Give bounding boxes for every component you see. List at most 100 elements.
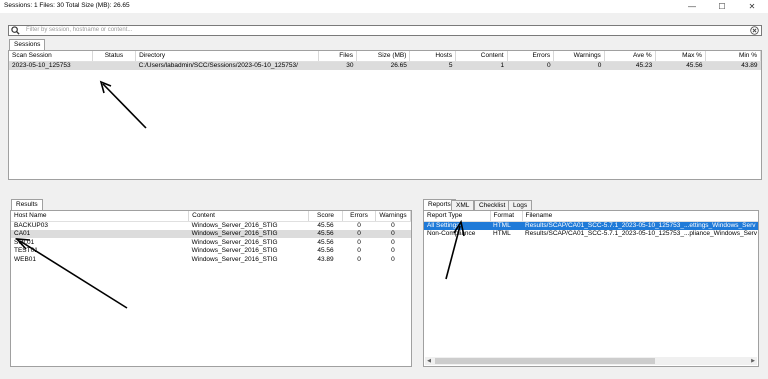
tab-checklist[interactable]: Checklist bbox=[474, 200, 511, 210]
cell-filename: Results/SCAP/CA01_SCC-5.7.1_2023-05-10_1… bbox=[525, 230, 757, 238]
cell-errors: 0 bbox=[357, 255, 361, 263]
cell-size: 26.65 bbox=[356, 61, 410, 70]
result-row[interactable]: TEST01 Windows_Server_2016_STIG 45.56 0 … bbox=[11, 247, 411, 256]
cell-files: 30 bbox=[318, 61, 357, 70]
horizontal-scrollbar[interactable]: ◀ ▶ bbox=[425, 357, 757, 365]
cell-warnings: 0 bbox=[375, 229, 411, 238]
session-row[interactable]: 2023-05-10_125753 C:/Users/labadmin/SCC/… bbox=[9, 61, 761, 70]
col-status[interactable]: Status bbox=[92, 51, 137, 62]
cell-content: Windows_Server_2016_STIG bbox=[191, 255, 278, 263]
sessions-panel: Scan Session Status Directory Files Size… bbox=[8, 50, 762, 180]
maximize-button[interactable]: ☐ bbox=[707, 0, 737, 13]
tab-xml[interactable]: XML bbox=[451, 200, 475, 210]
result-row[interactable]: BACKUP03 Windows_Server_2016_STIG 45.56 … bbox=[11, 221, 411, 230]
cell-host: CA01 bbox=[11, 229, 189, 238]
result-row[interactable]: WEB01 Windows_Server_2016_STIG 43.89 0 0 bbox=[11, 255, 411, 264]
cell-host: WEB01 bbox=[14, 255, 37, 263]
col-max[interactable]: Max % bbox=[655, 51, 706, 62]
result-row[interactable]: CA01 Windows_Server_2016_STIG 45.56 0 0 bbox=[11, 229, 411, 238]
title-bar: Sessions: 1 Files: 30 Total Size (MB): 2… bbox=[0, 0, 768, 13]
results-header: Host Name Content Score Errors Warnings bbox=[11, 211, 411, 222]
cell-warnings: 0 bbox=[553, 61, 605, 70]
scrollbar-thumb[interactable] bbox=[435, 358, 655, 364]
cell-score: 45.56 bbox=[308, 229, 343, 238]
tab-results[interactable]: Results bbox=[11, 199, 43, 210]
cell-content: Windows_Server_2016_STIG bbox=[191, 238, 278, 246]
cell-errors: 0 bbox=[357, 222, 361, 229]
col-ave[interactable]: Ave % bbox=[604, 51, 656, 62]
cell-warnings: 0 bbox=[391, 222, 395, 229]
cell-warnings: 0 bbox=[391, 255, 395, 263]
sessions-header: Scan Session Status Directory Files Size… bbox=[9, 51, 761, 62]
search-input[interactable]: Filter by session, hostname or content..… bbox=[26, 27, 132, 33]
cell-directory: C:/Users/labadmin/SCC/Sessions/2023-05-1… bbox=[135, 61, 319, 70]
cell-max: 45.56 bbox=[655, 61, 706, 70]
cell-score: 43.89 bbox=[317, 255, 334, 263]
reports-header: Report Type Format Filename bbox=[424, 211, 758, 222]
minimize-icon: — bbox=[688, 2, 696, 11]
col-size[interactable]: Size (MB) bbox=[356, 51, 411, 62]
result-row[interactable]: SQL01 Windows_Server_2016_STIG 45.56 0 0 bbox=[11, 238, 411, 247]
cell-warnings: 0 bbox=[391, 238, 395, 246]
cell-hosts: 5 bbox=[409, 61, 456, 70]
col-host-name[interactable]: Host Name bbox=[11, 211, 190, 222]
cell-host: SQL01 bbox=[14, 238, 35, 246]
col-directory[interactable]: Directory bbox=[135, 51, 319, 62]
close-button[interactable]: ✕ bbox=[737, 0, 767, 13]
col-report-type[interactable]: Report Type bbox=[424, 211, 491, 222]
scroll-right-icon[interactable]: ▶ bbox=[749, 357, 757, 365]
close-icon: ✕ bbox=[748, 2, 756, 11]
maximize-icon: ☐ bbox=[718, 2, 726, 11]
col-errors[interactable]: Errors bbox=[507, 51, 555, 62]
cell-filename: Results/SCAP/CA01_SCC-5.7.1_2023-05-10_1… bbox=[522, 221, 758, 230]
tab-logs[interactable]: Logs bbox=[508, 200, 533, 210]
col-errors[interactable]: Errors bbox=[342, 211, 376, 222]
cell-content: Windows_Server_2016_STIG bbox=[191, 247, 278, 255]
col-scan-session[interactable]: Scan Session bbox=[9, 51, 93, 62]
window-title: Sessions: 1 Files: 30 Total Size (MB): 2… bbox=[4, 2, 130, 9]
col-files[interactable]: Files bbox=[318, 51, 358, 62]
scroll-left-icon[interactable]: ◀ bbox=[425, 357, 433, 365]
search-bar[interactable]: Filter by session, hostname or content..… bbox=[8, 25, 762, 36]
cell-host: TEST01 bbox=[14, 247, 38, 255]
report-row[interactable]: Non-Compliance HTML Results/SCAP/CA01_SC… bbox=[424, 230, 758, 239]
col-content[interactable]: Content bbox=[188, 211, 310, 222]
cell-format: HTML bbox=[490, 221, 522, 230]
cell-score: 45.56 bbox=[317, 238, 334, 246]
cell-errors: 0 bbox=[507, 61, 554, 70]
results-panel: Host Name Content Score Errors Warnings … bbox=[10, 210, 412, 367]
cell-scan-session: 2023-05-10_125753 bbox=[9, 61, 93, 70]
report-row[interactable]: All Settings HTML Results/SCAP/CA01_SCC-… bbox=[424, 221, 758, 230]
cell-warnings: 0 bbox=[391, 247, 395, 255]
cell-errors: 0 bbox=[342, 229, 376, 238]
results-table: Host Name Content Score Errors Warnings … bbox=[11, 211, 411, 264]
cell-report-type: All Settings bbox=[424, 221, 490, 230]
cell-content: Windows_Server_2016_STIG bbox=[188, 229, 309, 238]
clear-search-icon[interactable] bbox=[750, 26, 759, 35]
cell-host: BACKUP03 bbox=[14, 222, 48, 229]
col-filename[interactable]: Filename bbox=[522, 211, 758, 222]
cell-ave: 45.23 bbox=[604, 61, 656, 70]
tab-sessions[interactable]: Sessions bbox=[9, 39, 46, 50]
cell-content: Windows_Server_2016_STIG bbox=[191, 222, 278, 229]
col-format[interactable]: Format bbox=[490, 211, 523, 222]
cell-format: HTML bbox=[493, 230, 511, 238]
cell-content: 1 bbox=[455, 61, 508, 70]
cell-score: 45.56 bbox=[317, 222, 334, 229]
col-warnings[interactable]: Warnings bbox=[553, 51, 605, 62]
col-min[interactable]: Min % bbox=[705, 51, 761, 62]
sessions-table: Scan Session Status Directory Files Size… bbox=[9, 51, 761, 70]
minimize-button[interactable]: — bbox=[677, 0, 707, 13]
cell-errors: 0 bbox=[357, 238, 361, 246]
search-icon bbox=[11, 26, 20, 35]
reports-table: Report Type Format Filename All Settings… bbox=[424, 211, 758, 239]
reports-panel: Report Type Format Filename All Settings… bbox=[423, 210, 759, 367]
cell-min: 43.89 bbox=[705, 61, 761, 70]
cell-score: 45.56 bbox=[317, 247, 334, 255]
cell-status bbox=[92, 61, 136, 70]
cell-errors: 0 bbox=[357, 247, 361, 255]
col-warnings[interactable]: Warnings bbox=[375, 211, 411, 222]
col-score[interactable]: Score bbox=[308, 211, 344, 222]
col-hosts[interactable]: Hosts bbox=[409, 51, 456, 62]
col-content[interactable]: Content bbox=[455, 51, 508, 62]
